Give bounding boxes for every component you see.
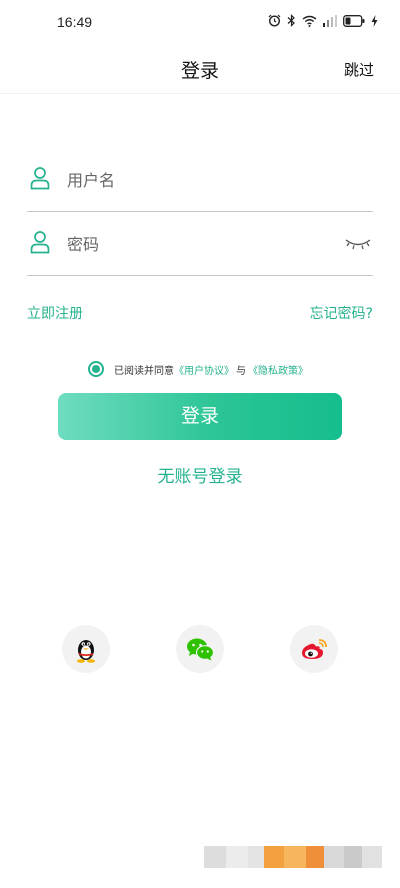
watermark-block (324, 846, 344, 868)
weibo-icon (302, 639, 327, 659)
no-account-login-link[interactable]: 无账号登录 (0, 462, 400, 487)
qq-login-button[interactable] (62, 625, 110, 673)
agreement-prefix: 已阅读并同意 (114, 365, 174, 377)
username-input[interactable] (67, 166, 337, 194)
weibo-login-button[interactable] (290, 625, 338, 673)
eye-closed-icon[interactable] (345, 238, 371, 250)
status-time: 16:49 (57, 14, 93, 30)
qq-icon (77, 640, 95, 663)
watermark-block (248, 846, 264, 868)
forgot-password-link[interactable]: 忘记密码? (310, 303, 373, 323)
username-row (27, 148, 373, 212)
agreement-row: 已阅读并同意 《用户协议》 与 《隐私政策》 (88, 361, 308, 377)
nav-bar: 登录 跳过 (0, 48, 400, 94)
user-icon (30, 231, 50, 254)
alarm-icon (268, 14, 281, 27)
watermark-block (344, 846, 362, 868)
charging-icon (371, 14, 378, 27)
register-link[interactable]: 立即注册 (27, 303, 83, 323)
skip-button[interactable]: 跳过 (344, 59, 374, 80)
wifi-icon (302, 15, 317, 27)
login-button[interactable]: 登录 (58, 393, 342, 440)
watermark-block (306, 846, 324, 868)
watermark-block (362, 846, 382, 868)
watermark-block (284, 846, 306, 868)
page-title: 登录 (180, 60, 219, 82)
watermark-block (264, 846, 284, 868)
status-bar: 16:49 (0, 0, 400, 48)
watermark-block (204, 846, 226, 868)
privacy-policy-link[interactable]: 《隐私政策》 (248, 362, 308, 377)
status-icons (268, 14, 378, 27)
watermark (204, 840, 382, 874)
wechat-login-button[interactable] (176, 625, 224, 673)
password-row (27, 212, 373, 276)
wechat-icon (187, 638, 214, 661)
password-input[interactable] (67, 230, 337, 258)
signal-icon (323, 14, 337, 27)
bluetooth-icon (287, 14, 295, 27)
watermark-block (226, 846, 248, 868)
user-agreement-link[interactable]: 《用户协议》 (174, 362, 234, 377)
agreement-radio[interactable] (88, 361, 104, 377)
battery-icon (343, 14, 365, 27)
user-icon (30, 167, 50, 190)
agreement-conjunction: 与 (236, 365, 246, 377)
